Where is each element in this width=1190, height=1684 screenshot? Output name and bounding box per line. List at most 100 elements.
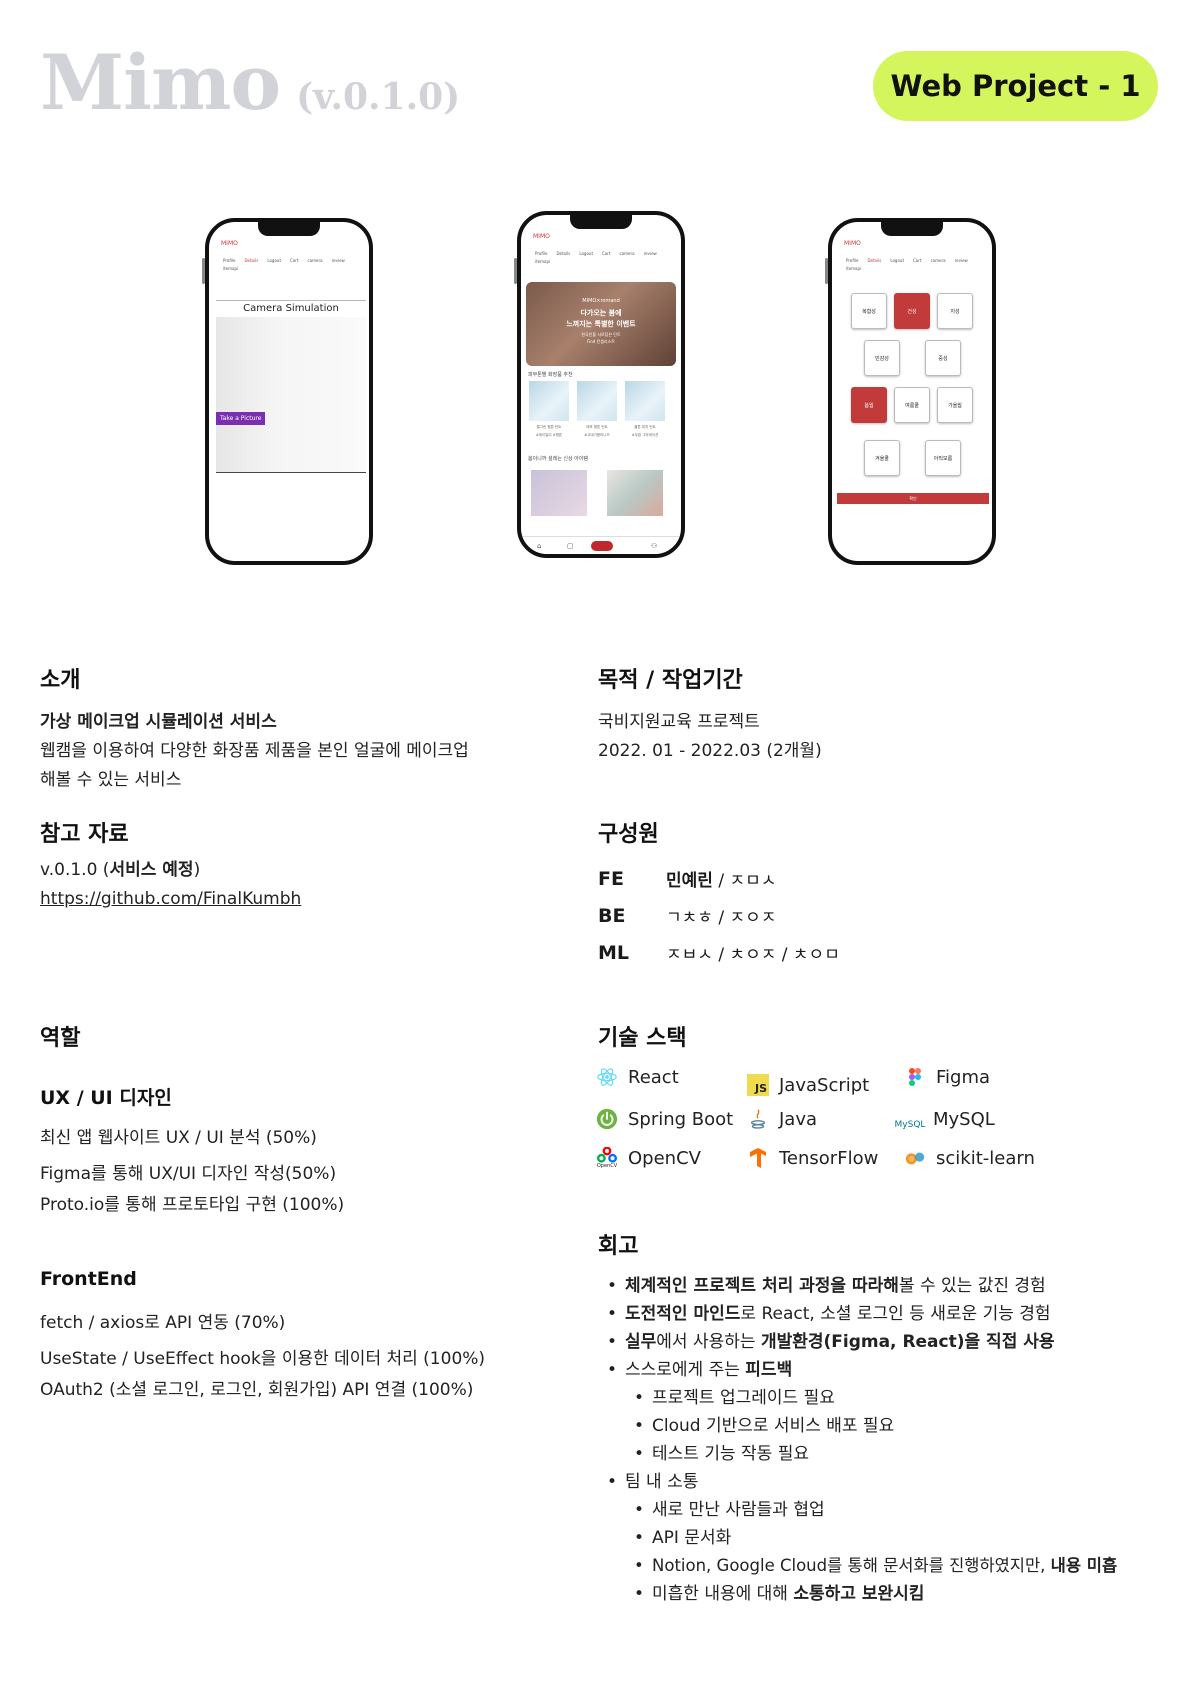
purpose-heading: 목적 / 작업기간 bbox=[598, 668, 743, 693]
confirm-button[interactable]: 확인 bbox=[837, 493, 989, 504]
nav-item-itemapi[interactable]: itemapi bbox=[535, 259, 550, 264]
github-link[interactable]: https://github.com/FinalKumbh bbox=[40, 889, 301, 909]
retro-text: Cloud 기반으로 서비스 배포 필요 bbox=[652, 1416, 895, 1436]
camera-preview bbox=[216, 317, 366, 473]
tech-item: MySQL MySQL bbox=[893, 1108, 995, 1131]
retro-bold: 피드백 bbox=[745, 1360, 793, 1380]
skin-type-option[interactable]: 민감성 bbox=[864, 340, 900, 376]
tech-item: JS JavaScript bbox=[747, 1074, 869, 1096]
retro-sub-bullet: • 미흡한 내용에 대해 소통하고 보완시킴 bbox=[634, 1584, 925, 1604]
tech-name: React bbox=[628, 1066, 679, 1088]
nav-item-cart[interactable]: Cart bbox=[290, 258, 298, 263]
skin-type-option[interactable]: 지성 bbox=[937, 293, 973, 329]
home-icon[interactable]: ⌂ bbox=[537, 542, 541, 550]
camera-tab-button[interactable] bbox=[591, 541, 613, 551]
app-nav: Profile Details Logout Cart camera revie… bbox=[223, 258, 363, 271]
nav-item-details[interactable]: Details bbox=[556, 251, 570, 256]
take-picture-button[interactable]: Take a Picture bbox=[216, 412, 266, 425]
user-icon[interactable]: ⚇ bbox=[651, 542, 657, 550]
nav-item-camera[interactable]: camera bbox=[619, 251, 634, 256]
member-role: FE bbox=[598, 867, 624, 890]
tech-name: TensorFlow bbox=[779, 1147, 879, 1169]
tech-item: TensorFlow bbox=[747, 1147, 878, 1169]
nav-item-details[interactable]: Details bbox=[244, 258, 258, 263]
phone-mockup-camera: MIMO Profile Details Logout Cart camera … bbox=[205, 218, 373, 565]
roles-heading: 역할 bbox=[40, 1026, 81, 1051]
section-title: 봄이니까 설레는 신상 아이템 bbox=[528, 456, 588, 462]
role-uxui-title: UX / UI 디자인 bbox=[40, 1087, 172, 1109]
personal-color-option[interactable]: 여름쿨 bbox=[894, 387, 930, 423]
item-thumbnail[interactable] bbox=[607, 470, 663, 516]
nav-item-logout[interactable]: Logout bbox=[579, 251, 593, 256]
project-badge: Web Project - 1 bbox=[873, 51, 1158, 121]
nav-item-itemapi[interactable]: itemapi bbox=[846, 266, 861, 271]
nav-item-review[interactable]: review bbox=[955, 258, 968, 263]
skin-type-option[interactable]: 건성 bbox=[894, 293, 930, 329]
nav-item-review[interactable]: review bbox=[644, 251, 657, 256]
phone-mockup-home: MIMO Profile Details Logout Cart camera … bbox=[517, 211, 685, 558]
personal-color-option[interactable]: 가을웜 bbox=[937, 387, 973, 423]
role-item: Proto.io를 통해 프로토타입 구현 (100%) bbox=[40, 1195, 345, 1215]
nav-item-camera[interactable]: camera bbox=[930, 258, 945, 263]
nav-item-itemapi[interactable]: itemapi bbox=[223, 266, 238, 271]
opencv-icon: OpenCV bbox=[596, 1147, 618, 1169]
tech-item: Java bbox=[747, 1108, 817, 1130]
member-others: ㅈㅂㅅ / ㅊㅇㅈ / ㅊㅇㅁ bbox=[666, 945, 840, 965]
retro-sub-bullet: • 프로젝트 업그레이드 필요 bbox=[634, 1388, 835, 1408]
item-thumbnail[interactable] bbox=[531, 470, 587, 516]
brand-version: (v.0.1.0) bbox=[296, 76, 461, 118]
personal-color-option[interactable]: 겨울쿨 bbox=[864, 440, 900, 476]
nav-item-cart[interactable]: Cart bbox=[602, 251, 610, 256]
retro-text: 볼 수 있는 값진 경험 bbox=[898, 1276, 1046, 1296]
retro-bold: 개발환경(Figma, React)을 직접 사용 bbox=[760, 1332, 1055, 1352]
retro-bold: 소통하고 보완시킴 bbox=[793, 1584, 925, 1604]
role-item: Figma를 통해 UX/UI 디자인 작성(50%) bbox=[40, 1164, 337, 1184]
retro-sub-bullet: • API 문서화 bbox=[634, 1528, 732, 1548]
chat-icon[interactable]: ▢ bbox=[567, 542, 574, 550]
java-icon bbox=[747, 1108, 769, 1130]
app-nav: Profile Details Logout Cart camera revie… bbox=[535, 251, 675, 264]
javascript-icon: JS bbox=[747, 1074, 769, 1096]
tech-name: MySQL bbox=[933, 1108, 995, 1130]
nav-item-profile[interactable]: Profile bbox=[535, 251, 547, 256]
retro-sub-bullet: • Notion, Google Cloud를 통해 문서화를 진행하였지만, 내… bbox=[634, 1556, 1118, 1575]
personal-color-option[interactable]: 봄웜 bbox=[851, 387, 887, 423]
nav-item-profile[interactable]: Profile bbox=[846, 258, 858, 263]
nav-item-review[interactable]: review bbox=[332, 258, 345, 263]
nav-item-logout[interactable]: Logout bbox=[267, 258, 281, 263]
product-image[interactable] bbox=[529, 381, 569, 421]
react-icon bbox=[596, 1066, 618, 1088]
skin-type-option[interactable]: 복합성 bbox=[851, 293, 887, 329]
tech-name: Figma bbox=[936, 1066, 991, 1088]
nav-item-camera[interactable]: camera bbox=[307, 258, 322, 263]
skin-type-option[interactable]: 중성 bbox=[925, 340, 961, 376]
retro-text: 테스트 기능 작동 필요 bbox=[652, 1444, 809, 1464]
product-image[interactable] bbox=[625, 381, 665, 421]
nav-item-profile[interactable]: Profile bbox=[223, 258, 235, 263]
banner-title: 다가오는 봄에 bbox=[580, 309, 622, 317]
nav-item-details[interactable]: Details bbox=[867, 258, 881, 263]
app-logo: MIMO bbox=[533, 233, 550, 240]
tech-name: OpenCV bbox=[628, 1147, 701, 1169]
tech-item: scikit-learn bbox=[904, 1147, 1035, 1169]
retro-text: 프로젝트 업그레이드 필요 bbox=[652, 1388, 835, 1408]
nav-item-logout[interactable]: Logout bbox=[890, 258, 904, 263]
phone-mockup-skin-type: MIMO Profile Details Logout Cart camera … bbox=[828, 218, 996, 565]
tech-item: Figma bbox=[904, 1066, 990, 1088]
stack-heading: 기술 스택 bbox=[598, 1026, 687, 1051]
retro-bold: 도전적인 마인드 bbox=[625, 1304, 741, 1324]
personal-color-option[interactable]: 아직모름 bbox=[925, 440, 961, 476]
nav-item-cart[interactable]: Cart bbox=[913, 258, 921, 263]
member-row: FE 민예린 / ㅈㅁㅅ bbox=[598, 866, 776, 892]
reference-link-row: https://github.com/FinalKumbh bbox=[40, 885, 301, 914]
intro-description: 웹캠을 이용하여 다양한 화장품 제품을 본인 얼굴에 메이크업 bbox=[40, 741, 469, 761]
retro-sub-bullet: • Cloud 기반으로 서비스 배포 필요 bbox=[634, 1416, 895, 1436]
banner-subtitle: Find 컨셉리스트 bbox=[587, 339, 615, 344]
tech-name: Java bbox=[779, 1108, 818, 1130]
banner-title: 느껴지는 특별한 이벤트 bbox=[566, 320, 636, 328]
event-banner[interactable]: MIMO×romand 다가오는 봄에 느껴지는 특별한 이벤트 한국인을 사로… bbox=[526, 282, 676, 366]
retro-bullet: • 실무에서 사용하는 개발환경(Figma, React)을 직접 사용 bbox=[607, 1332, 1055, 1352]
retro-text: 스스로에게 주는 bbox=[625, 1360, 746, 1380]
product-image[interactable] bbox=[577, 381, 617, 421]
retro-text: 팀 내 소통 bbox=[625, 1472, 699, 1492]
